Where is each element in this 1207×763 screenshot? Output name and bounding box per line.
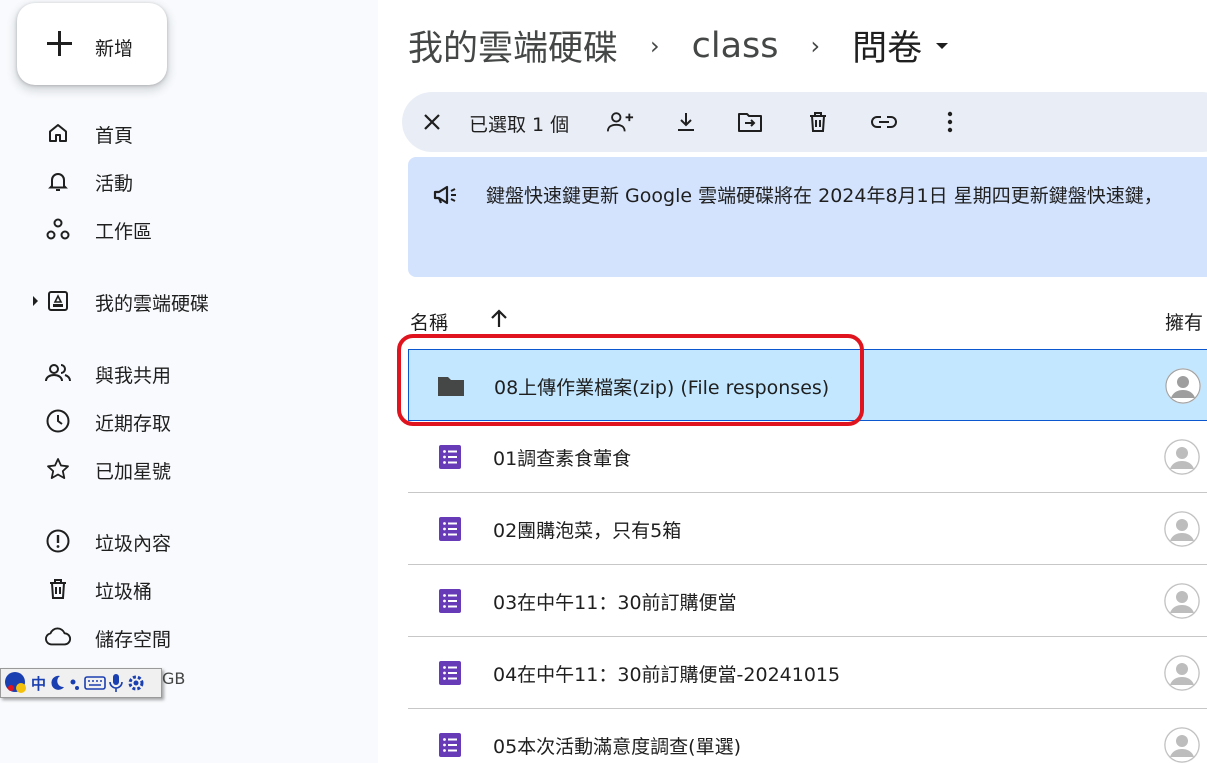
breadcrumb-separator-icon: › [650,31,660,60]
move-icon[interactable] [736,108,764,136]
sidebar-item-label: 工作區 [95,221,153,243]
home-icon [44,121,72,145]
forms-icon [439,517,461,541]
sidebar-item-spam[interactable]: 垃圾內容 [30,521,370,561]
file-name: 05本次活動滿意度調查(單選) [493,736,742,758]
selection-count: 已選取 1 個 [469,114,570,136]
bell-icon [44,169,72,193]
sidebar-item-label: 與我共用 [95,365,172,387]
ime-logo-icon[interactable] [3,670,29,696]
folder-dropdown-icon[interactable] [936,42,949,49]
file-row[interactable]: 03在中午11：30前訂購便當 [408,565,1207,637]
plus-icon [46,30,74,58]
announcement-icon [433,185,456,205]
storage-fragment: GB [162,669,186,688]
sidebar-item-label: 垃圾內容 [95,533,172,555]
breadcrumb-separator-icon: › [810,31,821,60]
sidebar-item-activity[interactable]: 活動 [30,161,370,201]
sidebar-item-my-drive[interactable]: 我的雲端硬碟 [30,281,370,321]
owner-avatar-icon [1164,727,1200,763]
clock-icon [44,409,72,433]
file-name: 04在中午11：30前訂購便當-20241015 [493,664,841,686]
link-icon[interactable] [870,108,898,136]
sidebar-item-label: 首頁 [95,125,134,147]
sidebar-item-label: 垃圾桶 [95,581,153,603]
file-name: 03在中午11：30前訂購便當 [493,592,737,614]
sidebar-item-workspaces[interactable]: 工作區 [30,209,370,249]
sidebar-item-label: 活動 [95,173,134,195]
file-name: 08上傳作業檔案(zip) (File responses) [494,377,830,399]
owner-avatar-icon [1164,655,1200,691]
download-icon[interactable] [672,108,700,136]
expand-caret-icon[interactable] [33,296,38,306]
selection-toolbar: 已選取 1 個 [402,92,1207,152]
sidebar-item-trash[interactable]: 垃圾桶 [30,569,370,609]
breadcrumb: 我的雲端硬碟 › class › 問卷 [408,20,949,71]
folder-icon [438,377,464,396]
sidebar-item-home[interactable]: 首頁 [30,113,370,153]
sidebar-item-label: 儲存空間 [95,629,172,651]
breadcrumb-item-current[interactable]: 問卷 [852,20,922,71]
file-row[interactable]: 01調查素食葷食 [408,421,1207,493]
banner-text: 鍵盤快速鍵更新 Google 雲端硬碟將在 2024年8月1日 星期四更新鍵盤快… [486,185,1163,207]
owner-avatar-icon [1164,511,1200,547]
trash-icon [44,577,72,601]
file-name: 02團購泡菜，只有5箱 [493,520,682,542]
new-button-label: 新增 [95,38,134,60]
sidebar-item-shared[interactable]: 與我共用 [30,353,370,393]
file-name: 01調查素食葷食 [493,448,632,470]
file-row[interactable]: 05本次活動滿意度調查(單選) [408,709,1207,763]
workspaces-icon [44,217,72,241]
keyboard-shortcut-banner: 鍵盤快速鍵更新 Google 雲端硬碟將在 2024年8月1日 星期四更新鍵盤快… [408,157,1207,277]
sidebar-item-label: 近期存取 [95,413,172,435]
sidebar-item-storage[interactable]: 儲存空間 [30,617,370,657]
people-icon [44,361,72,385]
breadcrumb-item-class[interactable]: class [692,26,779,66]
trash-icon[interactable] [804,108,832,136]
cloud-icon [44,625,72,649]
file-row-selected[interactable]: 08上傳作業檔案(zip) (File responses) [408,349,1207,421]
owner-avatar-icon [1164,583,1200,619]
share-icon[interactable] [606,108,634,136]
sidebar-item-recent[interactable]: 近期存取 [30,401,370,441]
ime-toolbar[interactable]: 中 [0,668,162,698]
punctuation-icon[interactable] [68,674,82,692]
settings-icon[interactable] [126,673,146,693]
owner-avatar-icon [1164,439,1200,475]
star-icon [44,457,72,481]
more-icon[interactable] [936,108,964,136]
drive-icon [44,289,72,313]
keyboard-icon[interactable] [84,675,106,691]
file-list-header: 名稱 擁有 [408,306,1207,336]
owner-avatar-icon [1165,368,1201,404]
forms-icon [439,733,461,757]
main-content: 我的雲端硬碟 › class › 問卷 已選取 1 個 鍵盤快速鍵更新 Goog… [378,0,1207,763]
sidebar: 新增 首頁 活動 工作區 我的雲端硬碟 與我共用 近期存取 已加星號 垃圾內容 … [0,0,378,763]
breadcrumb-item-my-drive[interactable]: 我的雲端硬碟 [408,20,618,71]
sidebar-item-label: 已加星號 [95,461,172,483]
mic-icon[interactable] [108,673,124,693]
sidebar-item-label: 我的雲端硬碟 [95,293,210,315]
forms-icon [439,445,461,469]
sort-ascending-icon[interactable] [486,306,512,332]
spam-icon [44,529,72,553]
clear-selection-icon[interactable] [420,110,444,134]
new-button[interactable]: 新增 [17,3,167,85]
file-row[interactable]: 02團購泡菜，只有5箱 [408,493,1207,565]
sidebar-item-starred[interactable]: 已加星號 [30,449,370,489]
ime-mode-toggle[interactable]: 中 [31,673,46,694]
moon-icon[interactable] [48,674,66,692]
forms-icon [439,589,461,613]
file-row[interactable]: 04在中午11：30前訂購便當-20241015 [408,637,1207,709]
column-owner-header[interactable]: 擁有 [1165,308,1203,335]
forms-icon [439,661,461,685]
column-name-header[interactable]: 名稱 [410,308,448,335]
